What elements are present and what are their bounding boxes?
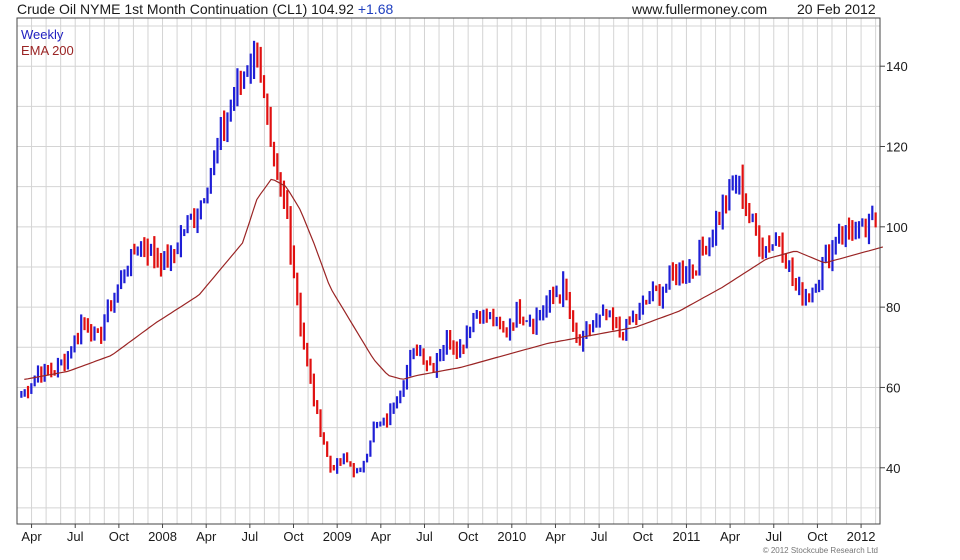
copyright-notice: © 2012 Stockcube Research Ltd — [762, 546, 878, 555]
x-tick-label: Oct — [283, 529, 304, 544]
price-chart: 40 60 80 100 120 140 Apr Jul Oct 2008 Apr Jul Oct 200… — [16, 17, 908, 544]
x-tick-label: 2012 — [847, 529, 876, 544]
x-tick-label: 2010 — [497, 529, 526, 544]
y-tick-label: 140 — [886, 59, 908, 74]
x-tick-label: 2009 — [323, 529, 352, 544]
plot-border — [16, 17, 881, 525]
x-tick-label: Jul — [765, 529, 782, 544]
x-tick-label: 2008 — [148, 529, 177, 544]
x-tick-label: Apr — [545, 529, 566, 544]
plot-frame — [16, 17, 881, 525]
x-tick-label: Apr — [21, 529, 42, 544]
y-tick-label: 100 — [886, 220, 908, 235]
x-tick-label: 2011 — [672, 529, 700, 544]
x-tick-label: Oct — [109, 529, 130, 544]
x-tick-label: Oct — [807, 529, 828, 544]
chart-legend: Weekly EMA 200 — [21, 27, 74, 59]
grid — [17, 18, 880, 524]
x-tick-label: Jul — [67, 529, 84, 544]
y-tick-label: 60 — [886, 380, 900, 395]
x-tick-label: Oct — [633, 529, 654, 544]
x-tick-label: Apr — [196, 529, 217, 544]
legend-weekly: Weekly — [21, 27, 64, 42]
y-tick-label: 80 — [886, 300, 900, 315]
x-tick-label: Apr — [720, 529, 741, 544]
x-tick-label: Jul — [591, 529, 608, 544]
x-tick-label: Jul — [242, 529, 259, 544]
x-tick-label: Jul — [416, 529, 433, 544]
x-tick-label: Apr — [371, 529, 392, 544]
y-tick-label: 40 — [886, 461, 900, 476]
axis-labels: 40 60 80 100 120 140 Apr Jul Oct 2008 Apr Jul Oct 200… — [21, 59, 907, 544]
x-tick-label: Oct — [458, 529, 479, 544]
legend-ema-200: EMA 200 — [21, 43, 74, 58]
y-tick-label: 120 — [886, 140, 908, 155]
